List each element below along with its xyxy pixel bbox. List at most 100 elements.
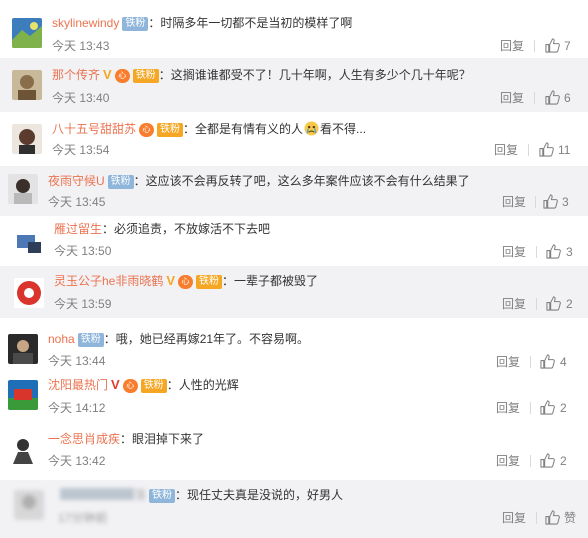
reply-button[interactable]: 回复 <box>500 90 524 106</box>
verified-v-icon: V <box>166 273 176 288</box>
comment-text: ：现任丈夫真是没说的，好男人 <box>175 488 344 502</box>
comment-text: ：一辈子都被毁了 <box>222 274 319 288</box>
username[interactable]: 灵玉公子he非雨晓鹤 <box>54 274 163 288</box>
avatar[interactable] <box>8 174 38 204</box>
divider <box>530 356 531 368</box>
comment-text: ：眼泪掉下来了 <box>120 432 205 446</box>
reply-button[interactable]: 回复 <box>502 244 526 260</box>
timestamp: 今天 13:43 <box>52 39 110 53</box>
reply-button[interactable]: 回复 <box>502 296 526 312</box>
reply-button[interactable]: 回复 <box>494 142 518 158</box>
fan-badge: 铁粉 <box>196 275 223 289</box>
timestamp: 今天 13:54 <box>52 143 110 157</box>
thumbs-up-icon[interactable] <box>546 296 561 311</box>
comment-item: 一念思肖成疾：眼泪掉下来了 今天 13:42 回复 2 <box>0 426 588 476</box>
avatar[interactable] <box>12 70 42 100</box>
divider <box>528 144 529 156</box>
fan-badge: 铁粉 <box>157 123 184 137</box>
comment-text: ：哦，她已经再嫁21年了。不容易啊。 <box>103 332 310 346</box>
avatar[interactable] <box>12 18 42 48</box>
like-count: 3 <box>566 245 573 259</box>
like-count: 6 <box>564 91 571 105</box>
thumbs-up-icon[interactable] <box>539 142 554 157</box>
fan-badge: 铁粉 <box>122 17 149 31</box>
thumbs-up-icon[interactable] <box>540 453 555 468</box>
reply-button[interactable]: 回复 <box>500 38 524 54</box>
avatar[interactable] <box>14 278 44 308</box>
divider <box>536 512 537 524</box>
comment-text: ：人性的光辉 <box>166 378 239 392</box>
like-count: 2 <box>560 401 567 415</box>
thumbs-up-icon[interactable] <box>546 244 561 259</box>
comment-item: 雁过留生：必须追责，不放嫁活不下去吧 今天 13:50 回复 3 <box>0 216 588 264</box>
comment-item: 那个传齐 V 心铁粉 ：这搁谁谁都受不了！几十年啊，人生有多少个几十年呢？ 今天 13… <box>0 58 588 112</box>
username[interactable]: 八十五号甜甜苏 <box>52 122 136 136</box>
timestamp: 今天 14:12 <box>48 401 106 415</box>
timestamp: 今天 13:42 <box>48 454 106 468</box>
comment-line: 雁过留生：必须追责，不放嫁活不下去吧 <box>54 220 270 238</box>
divider <box>536 298 537 310</box>
like-count: 3 <box>562 195 569 209</box>
reply-button[interactable]: 回复 <box>496 400 520 416</box>
avatar[interactable] <box>14 490 44 520</box>
avatar[interactable] <box>12 124 42 154</box>
timestamp: 今天 13:44 <box>48 354 106 368</box>
comment-item: 夜雨守候U 铁粉 ：这应该不会再反转了吧，这么多年案件应该不会有什么结果了 今天 1… <box>0 166 588 216</box>
comment-line: 那个传齐 V 心铁粉 ：这搁谁谁都受不了！几十年啊，人生有多少个几十年呢？ <box>52 66 471 84</box>
thumbs-up-icon[interactable] <box>540 400 555 415</box>
comment-item: 灵玉公子he非雨晓鹤 V 心铁粉 ：一辈子都被毁了 今天 13:59 回复 2 <box>0 266 588 318</box>
comment-text-tail: 看不得... <box>320 122 367 136</box>
comment-line: noha 铁粉 ：哦，她已经再嫁21年了。不容易啊。 <box>48 330 309 348</box>
thumbs-up-icon[interactable] <box>545 510 560 525</box>
comment-text: ：时隔多年一切都不是当初的模样了啊 <box>148 16 353 30</box>
reply-button[interactable]: 回复 <box>502 510 526 526</box>
avatar[interactable] <box>8 434 38 464</box>
member-tag: 心 <box>114 69 130 83</box>
divider <box>534 40 535 52</box>
member-tag: 心 <box>139 123 155 137</box>
timestamp: 今天 13:50 <box>54 244 112 258</box>
thumbs-up-icon[interactable] <box>540 354 555 369</box>
avatar[interactable] <box>8 380 38 410</box>
username[interactable]: 沈阳最热门 <box>48 378 108 392</box>
comment-line: 灵玉公子he非雨晓鹤 V 心铁粉 ：一辈子都被毁了 <box>54 272 318 290</box>
username[interactable]: 落 <box>134 488 146 502</box>
username[interactable]: 雁过留生 <box>54 222 102 236</box>
reply-button[interactable]: 回复 <box>496 453 520 469</box>
username[interactable]: 夜雨守候U <box>48 174 105 188</box>
comment-line: 落铁粉 ：现任丈夫真是没说的，好男人 <box>60 486 343 504</box>
comment-text: ：全都是有情有义的人 <box>183 122 304 136</box>
like-count: 4 <box>560 355 567 369</box>
comment-text: ：必须追责，不放嫁活不下去吧 <box>102 222 271 236</box>
fan-badge: 铁粉 <box>107 175 134 189</box>
avatar[interactable] <box>8 334 38 364</box>
comment-line: 八十五号甜甜苏心铁粉 ：全都是有情有义的人 看不得... <box>52 120 366 138</box>
reply-button[interactable]: 回复 <box>496 354 520 370</box>
username[interactable]: 一念思肖成疾 <box>48 432 120 446</box>
divider <box>530 455 531 467</box>
thumbs-up-icon[interactable] <box>545 90 560 105</box>
timestamp: 今天 13:59 <box>54 297 112 311</box>
avatar[interactable] <box>14 228 44 258</box>
like-count: 7 <box>564 39 571 53</box>
comment-item: 八十五号甜甜苏心铁粉 ：全都是有情有义的人 看不得... 今天 13:54 回复 1… <box>0 112 588 162</box>
verified-v-icon: V <box>111 377 120 392</box>
thumbs-up-icon[interactable] <box>543 194 558 209</box>
divider <box>534 92 535 104</box>
like-count: 2 <box>560 454 567 468</box>
comment-text: ：这搁谁谁都受不了！几十年啊，人生有多少个几十年呢？ <box>158 68 471 82</box>
divider <box>530 402 531 414</box>
reply-button[interactable]: 回复 <box>502 194 526 210</box>
timestamp: 今天 13:40 <box>52 91 110 105</box>
username[interactable]: noha <box>48 332 75 346</box>
comment-item: skylinewindy 铁粉 ：时隔多年一切都不是当初的模样了啊 今天 13:43… <box>0 4 588 58</box>
comment-item: 落铁粉 ：现任丈夫真是没说的，好男人 17分钟前 回复 赞 <box>0 480 588 538</box>
like-label[interactable]: 赞 <box>564 510 576 526</box>
username[interactable]: 那个传齐 <box>52 68 100 82</box>
member-tag: 心 <box>178 275 194 289</box>
thumbs-up-icon[interactable] <box>545 38 560 53</box>
like-count: 11 <box>558 143 571 157</box>
comment-line: 沈阳最热门 V 心铁粉 ：人性的光辉 <box>48 376 239 394</box>
username[interactable]: skylinewindy <box>52 16 119 30</box>
comment-text: ：这应该不会再反转了吧，这么多年案件应该不会有什么结果了 <box>133 174 470 188</box>
